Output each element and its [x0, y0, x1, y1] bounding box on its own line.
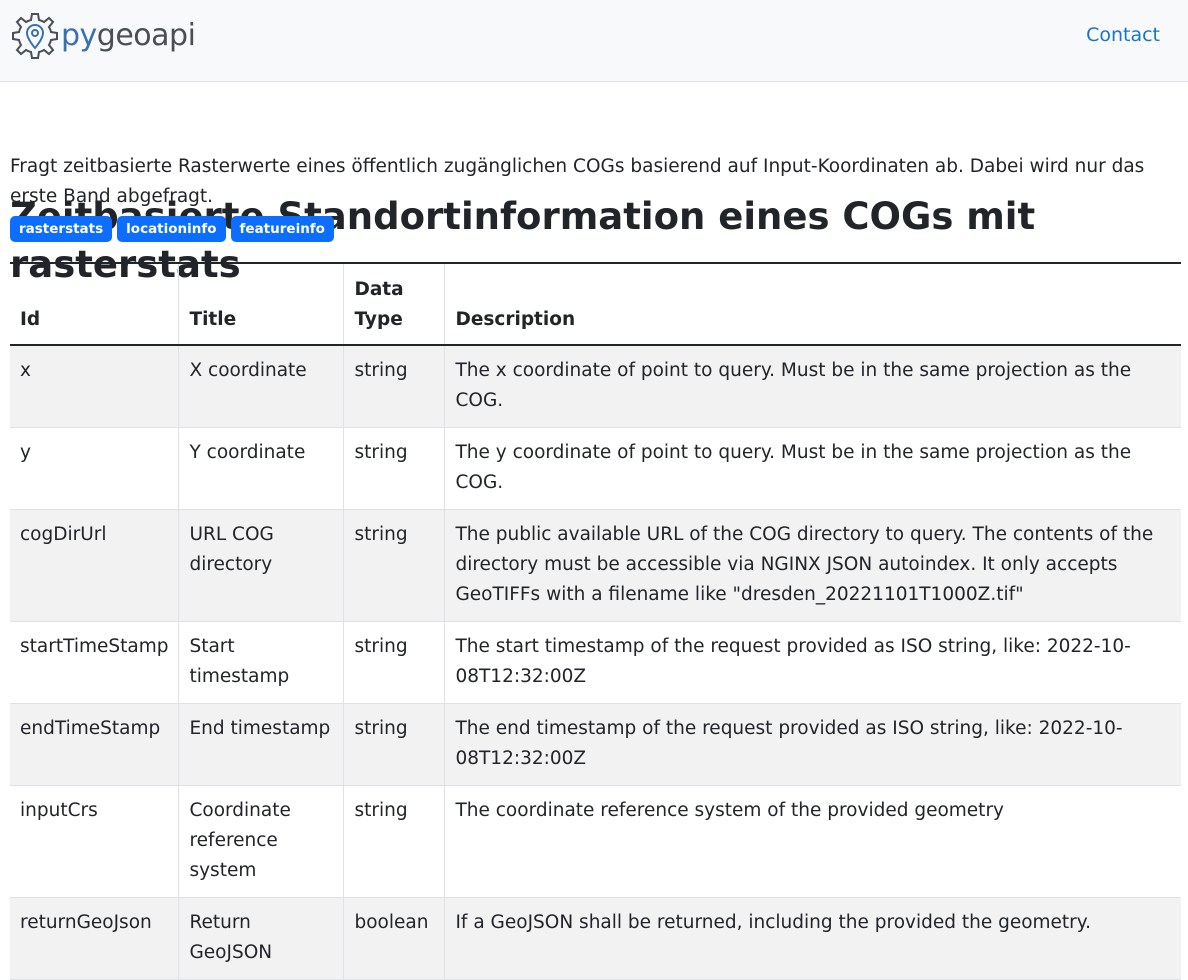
- cell-description: The y coordinate of point to query. Must…: [444, 427, 1181, 510]
- cell-title: Start timestamp: [178, 621, 345, 704]
- table-row: y Y coordinate string The y coordinate o…: [10, 427, 1181, 510]
- column-header-id: Id: [10, 263, 180, 346]
- cell-title: X coordinate: [178, 345, 345, 428]
- cell-data-type: string: [343, 345, 446, 428]
- table-header-row: Id Title Data Type Description: [10, 263, 1181, 346]
- keyword-badge-rasterstats[interactable]: rasterstats: [10, 216, 113, 242]
- cell-data-type: string: [343, 621, 446, 704]
- cell-data-type: string: [343, 703, 446, 786]
- cell-id: startTimeStamp: [10, 621, 180, 704]
- cell-id: endTimeStamp: [10, 703, 180, 786]
- inputs-table-container: Id Title Data Type Description x X coord…: [10, 262, 1181, 980]
- brand-suffix: geoapi: [96, 18, 196, 53]
- keyword-badge-locationinfo[interactable]: locationinfo: [117, 216, 226, 242]
- navbar: pygeoapi Contact: [0, 0, 1188, 82]
- cell-data-type: string: [343, 427, 446, 510]
- cell-description: The x coordinate of point to query. Must…: [444, 345, 1181, 428]
- cell-description: The coordinate reference system of the p…: [444, 785, 1181, 898]
- column-header-data-type: Data Type: [343, 263, 446, 346]
- inputs-table: Id Title Data Type Description x X coord…: [10, 262, 1181, 980]
- cell-id: cogDirUrl: [10, 509, 180, 622]
- cell-id: x: [10, 345, 180, 428]
- cell-description: The public available URL of the COG dire…: [444, 509, 1181, 622]
- cell-title: Return GeoJSON: [178, 897, 345, 980]
- cell-id: y: [10, 427, 180, 510]
- table-row: returnGeoJson Return GeoJSON boolean If …: [10, 897, 1181, 980]
- cell-title: Coordinate reference system: [178, 785, 345, 898]
- cell-title: End timestamp: [178, 703, 345, 786]
- keyword-badges: rasterstats locationinfo featureinfo: [10, 216, 334, 242]
- table-row: x X coordinate string The x coordinate o…: [10, 345, 1181, 428]
- cell-data-type: string: [343, 785, 446, 898]
- brand-logo-link[interactable]: pygeoapi: [10, 11, 196, 61]
- cell-description: The start timestamp of the request provi…: [444, 621, 1181, 704]
- cell-title: Y coordinate: [178, 427, 345, 510]
- table-row: endTimeStamp End timestamp string The en…: [10, 703, 1181, 786]
- cell-description: The end timestamp of the request provide…: [444, 703, 1181, 786]
- cell-data-type: string: [343, 509, 446, 622]
- table-row: startTimeStamp Start timestamp string Th…: [10, 621, 1181, 704]
- table-row: cogDirUrl URL COG directory string The p…: [10, 509, 1181, 622]
- brand-name: pygeoapi: [61, 16, 196, 56]
- contact-link[interactable]: Contact: [1086, 24, 1160, 46]
- cell-id: inputCrs: [10, 785, 180, 898]
- keyword-badge-featureinfo[interactable]: featureinfo: [230, 216, 334, 242]
- cell-data-type: boolean: [343, 897, 446, 980]
- cell-title: URL COG directory: [178, 509, 345, 622]
- cell-id: returnGeoJson: [10, 897, 180, 980]
- brand-prefix: py: [61, 18, 97, 53]
- column-header-description: Description: [444, 263, 1181, 346]
- column-header-title: Title: [178, 263, 345, 346]
- table-row: inputCrs Coordinate reference system str…: [10, 785, 1181, 898]
- process-description: Fragt zeitbasierte Rasterwerte eines öff…: [10, 156, 1145, 207]
- gear-location-pin-icon: [10, 11, 60, 61]
- cell-description: If a GeoJSON shall be returned, includin…: [444, 897, 1181, 980]
